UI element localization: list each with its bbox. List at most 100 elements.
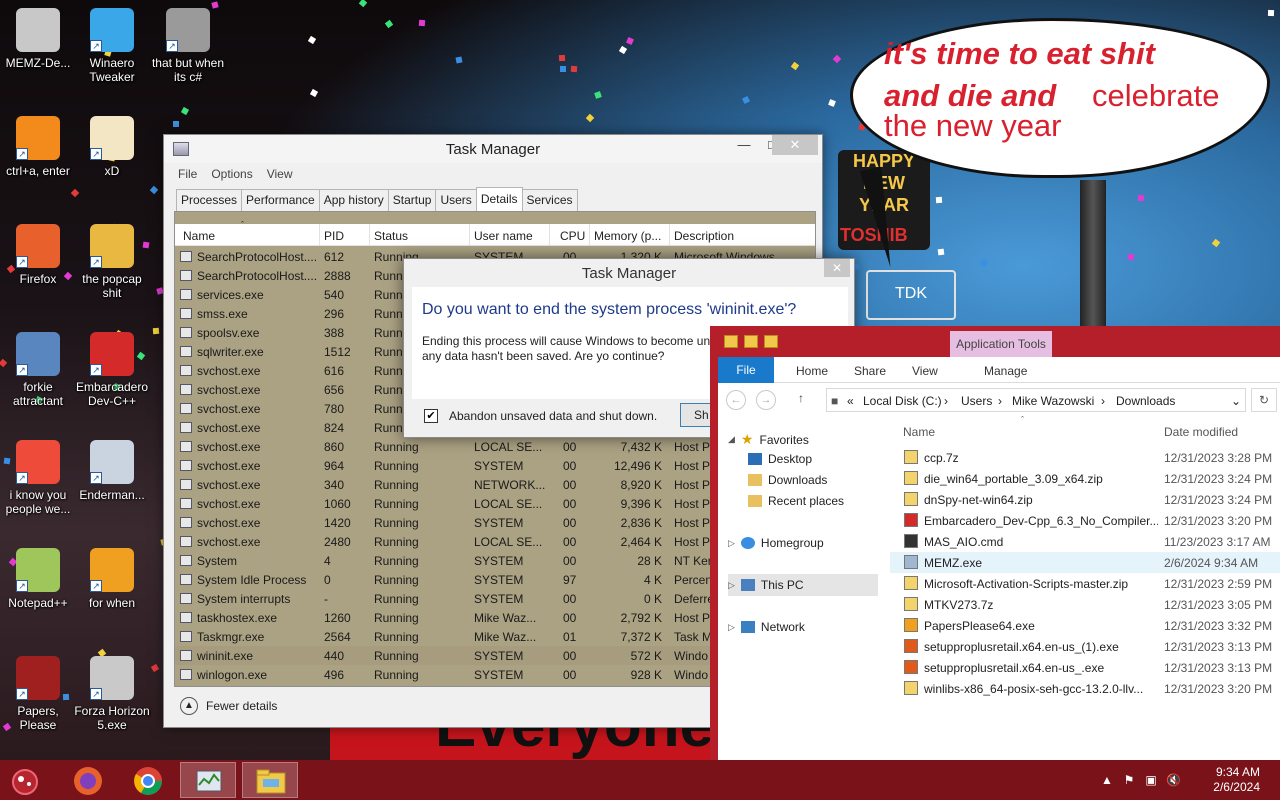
task-manager-icon — [196, 770, 222, 792]
breadcrumb-users[interactable]: Users — [961, 394, 992, 408]
desktop-icon-item[interactable]: ↗ Papers, Please — [0, 656, 76, 732]
desktop-icon-item[interactable]: ↗ ctrl+a, enter — [0, 116, 76, 178]
nav-homegroup[interactable]: ▷ Homegroup — [728, 536, 824, 550]
network-icon[interactable]: ▣ — [1144, 773, 1158, 787]
column-header-memory[interactable]: Memory (p... — [594, 229, 661, 243]
expand-icon: ▷ — [728, 579, 735, 590]
up-arrow-icon[interactable]: ↑ — [798, 391, 804, 405]
desktop-icon-item[interactable]: ↗ Firefox — [0, 224, 76, 286]
desktop-icon-item[interactable]: ↗ that but when its c# — [150, 8, 226, 84]
tab-users[interactable]: Users — [435, 189, 477, 211]
tab-performance[interactable]: Performance — [241, 189, 320, 211]
minimize-button[interactable]: — — [730, 135, 758, 155]
taskbar-chrome[interactable] — [120, 762, 176, 798]
column-header-cpu[interactable]: CPU — [560, 229, 585, 243]
list-item[interactable]: setupproplusretail.x64.en-us_(1).exe 12/3… — [890, 636, 1280, 657]
speech-bubble-text: it's time to eat shit and die and celebr… — [884, 36, 1264, 143]
desktop-icon-item[interactable]: ↗ i know you people we... — [0, 440, 76, 516]
properties-icon[interactable] — [744, 335, 758, 348]
breadcrumb-local-disk[interactable]: Local Disk (C:) — [863, 394, 942, 408]
breadcrumb-user[interactable]: Mike Wazowski — [1012, 394, 1094, 408]
dialog-close-button[interactable]: ✕ — [824, 259, 850, 277]
address-bar[interactable]: ■ « Local Disk (C:) › Users › Mike Wazow… — [826, 388, 1246, 412]
desktop-icon-item[interactable]: ↗ Winaero Tweaker — [74, 8, 150, 84]
column-header-username[interactable]: User name — [474, 229, 533, 243]
checkbox-label[interactable]: Abandon unsaved data and shut down. — [449, 409, 657, 423]
column-header-status[interactable]: Status — [374, 229, 408, 243]
abandon-data-checkbox[interactable]: ✔ — [424, 409, 438, 423]
file-date: 12/31/2023 3:05 PM — [1164, 598, 1273, 612]
nav-favorites[interactable]: ◢ ★ Favorites — [728, 431, 809, 448]
title-bar[interactable]: Task Manager — □ ✕ — [164, 135, 822, 163]
column-header-description[interactable]: Description — [674, 229, 734, 243]
taskbar-firefox[interactable] — [60, 762, 116, 798]
column-header-date[interactable]: Date modified — [1164, 425, 1238, 439]
action-center-flag-icon[interactable]: ⚑ — [1122, 773, 1136, 787]
nav-downloads[interactable]: Downloads — [748, 473, 827, 487]
taskbar-task-manager[interactable] — [180, 762, 236, 798]
tab-details[interactable]: Details — [475, 187, 523, 211]
list-item[interactable]: MTKV273.7z12/31/2023 3:05 PM7 — [890, 594, 1280, 615]
desktop-icon-item[interactable]: ↗ forkie attractant — [0, 332, 76, 408]
column-header-name[interactable]: Name — [183, 229, 215, 243]
tab-app-history[interactable]: App history — [318, 189, 389, 211]
desktop-icon-item[interactable]: ↗ Notepad++ — [0, 548, 76, 610]
desktop-icon-item[interactable]: ↗ Forza Horizon 5.exe — [74, 656, 150, 732]
close-button[interactable]: ✕ — [772, 135, 818, 155]
nav-network[interactable]: ▷ Network — [728, 620, 805, 634]
list-item[interactable]: ccp.7z12/31/2023 3:28 PM7 — [890, 447, 1280, 468]
desktop-icon-item[interactable]: ↗ the popcap shit — [74, 224, 150, 300]
show-hidden-icons-icon[interactable]: ▲ — [1100, 773, 1114, 787]
list-item[interactable]: winlibs-x86_64-posix-seh-gcc-13.2.0-llv.… — [890, 678, 1280, 699]
list-item[interactable]: PapersPlease64.exe12/31/2023 3:32 PMA — [890, 615, 1280, 636]
nav-desktop[interactable]: Desktop — [748, 452, 812, 466]
file-explorer-window[interactable]: Application Tools File Home Share View M… — [710, 326, 1280, 760]
refresh-icon[interactable]: ↻ — [1251, 388, 1277, 412]
list-item[interactable]: Microsoft-Activation-Scripts-master.zip 1… — [890, 573, 1280, 594]
taskbar-file-explorer[interactable] — [242, 762, 298, 798]
list-item[interactable]: die_win64_portable_3.09_x64.zip 12/31/202… — [890, 468, 1280, 489]
tab-services[interactable]: Services — [521, 189, 578, 211]
back-icon[interactable]: ← — [726, 390, 746, 410]
desktop-icon-item[interactable]: ↗ xD — [74, 116, 150, 178]
table-cell: svchost.exe — [197, 459, 261, 473]
desktop-icon-item[interactable]: ↗ Embarcadero Dev-C++ — [74, 332, 150, 408]
desktop-icon-item[interactable]: ↗ Enderman... — [74, 440, 150, 502]
ribbon-tab-home[interactable]: Home — [796, 364, 828, 378]
list-item[interactable]: setupproplusretail.x64.en-us_.exe 12/31/2… — [890, 657, 1280, 678]
tab-processes[interactable]: Processes — [176, 189, 243, 211]
nav-recent-places[interactable]: Recent places — [748, 494, 844, 508]
start-button[interactable] — [0, 762, 50, 798]
tab-startup[interactable]: Startup — [387, 189, 437, 211]
list-item[interactable]: Embarcadero_Dev-Cpp_6.3_No_Compiler... 12… — [890, 510, 1280, 531]
nav-this-pc[interactable]: ▷ This PC — [728, 574, 878, 596]
list-item[interactable]: MAS_AIO.cmd11/23/2023 3:17 AMW — [890, 531, 1280, 552]
menu-file[interactable]: File — [178, 167, 197, 181]
column-header-name[interactable]: Name — [903, 425, 935, 439]
list-item[interactable]: dnSpy-net-win64.zip12/31/2023 3:24 PMz — [890, 489, 1280, 510]
application-tools-tab[interactable]: Application Tools — [950, 331, 1052, 357]
chevron-down-icon[interactable]: ⌄ — [1231, 394, 1241, 408]
clock[interactable]: 9:34 AM 2/6/2024 — [1200, 765, 1260, 795]
ribbon-tab-file[interactable]: File — [718, 357, 774, 383]
new-folder-icon[interactable] — [764, 335, 778, 348]
menu-view[interactable]: View — [267, 167, 293, 181]
menu-options[interactable]: Options — [211, 167, 252, 181]
list-item[interactable]: MEMZ.exe2/6/2024 9:34 AMA — [890, 552, 1280, 573]
fewer-details-button[interactable]: ▲ Fewer details — [180, 697, 277, 715]
forward-icon[interactable]: → — [756, 390, 776, 410]
table-cell: Deferre — [674, 592, 715, 606]
process-icon — [180, 555, 192, 566]
folder-icon[interactable] — [724, 335, 738, 348]
enderman-icon: ↗ — [90, 440, 134, 484]
column-header-pid[interactable]: PID — [324, 229, 344, 243]
desktop-icon-item[interactable]: ↗ for when — [74, 548, 150, 610]
ribbon-tab-manage[interactable]: Manage — [984, 364, 1027, 378]
ribbon-tab-share[interactable]: Share — [854, 364, 886, 378]
path-overflow[interactable]: « — [847, 394, 854, 408]
desktop-icon-item[interactable]: MEMZ-De... — [0, 8, 76, 70]
volume-muted-icon[interactable]: 🔇 — [1166, 773, 1181, 787]
explorer-title-bar[interactable]: Application Tools — [718, 327, 1280, 357]
ribbon-tab-view[interactable]: View — [912, 364, 938, 378]
breadcrumb-downloads[interactable]: Downloads — [1116, 394, 1175, 408]
